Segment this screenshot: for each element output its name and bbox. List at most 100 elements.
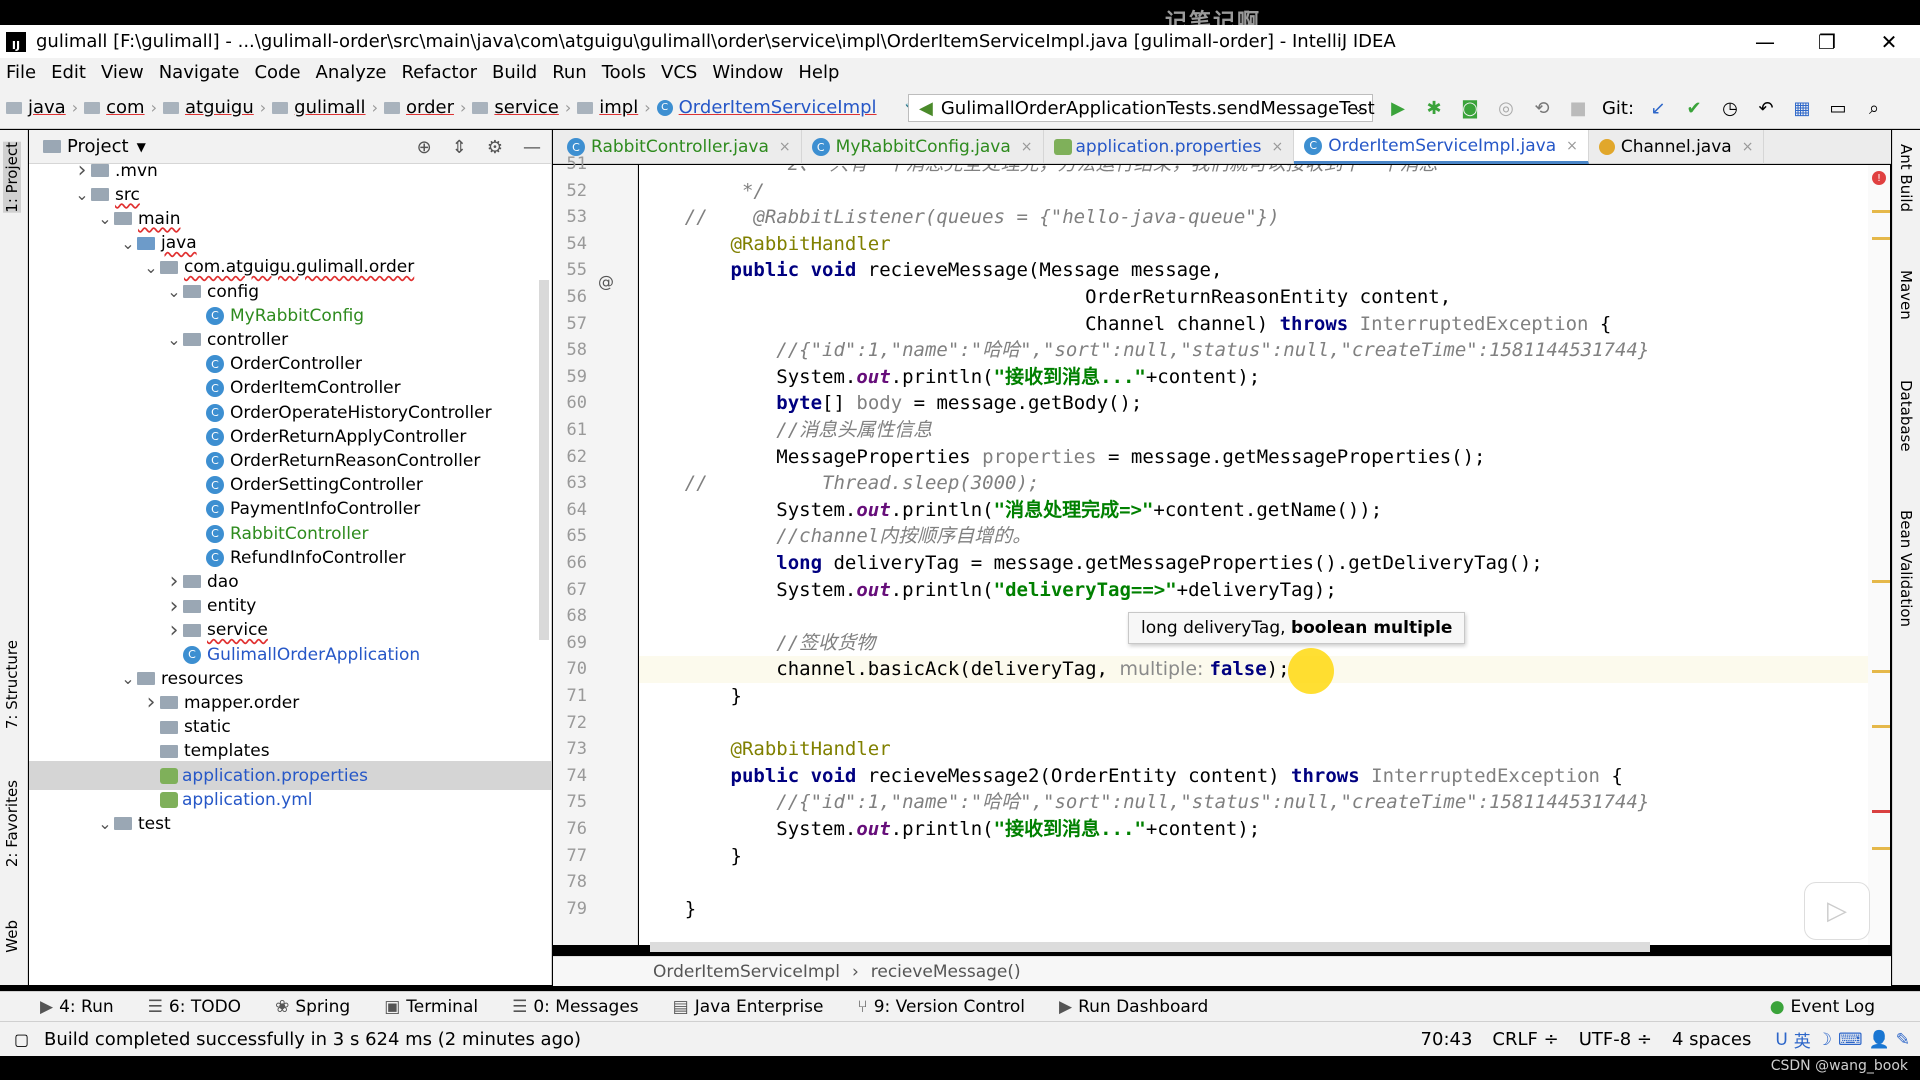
close-icon[interactable]: ×	[1021, 139, 1033, 155]
git-history-icon[interactable]: ◷	[1712, 94, 1748, 122]
profile-icon[interactable]: ◎	[1488, 94, 1524, 122]
close-button[interactable]: ✕	[1858, 25, 1920, 58]
warning-marker[interactable]	[1872, 670, 1890, 673]
tool-run-dashboard[interactable]: ▶ Run Dashboard	[1059, 997, 1208, 1017]
collapse-all-icon[interactable]: ⇕	[452, 137, 467, 158]
chevron-down-icon[interactable]: ⌄	[119, 234, 137, 253]
tab-myrabbitconfig-java[interactable]: C MyRabbitConfig.java ×	[802, 130, 1044, 164]
tab-application-properties[interactable]: application.properties ×	[1044, 130, 1295, 164]
indent-select[interactable]: 4 spaces	[1672, 1029, 1751, 1050]
ime-icon[interactable]: ☽	[1817, 1030, 1832, 1050]
bean-validation-tool-tab[interactable]: Bean Validation	[1897, 510, 1915, 627]
menu-window[interactable]: Window	[712, 62, 783, 83]
close-icon[interactable]: ×	[779, 139, 791, 155]
nav-crumb-atguigu[interactable]: atguigu ›	[162, 97, 266, 118]
chevron-down-icon[interactable]: ⌄	[96, 209, 114, 228]
structure-tool-tab[interactable]: 7: Structure	[3, 640, 21, 729]
ime-icon[interactable]: 👤	[1869, 1030, 1890, 1050]
menu-help[interactable]: Help	[798, 62, 839, 83]
tab-channel-java[interactable]: Channel.java ×	[1589, 130, 1765, 164]
tool-terminal[interactable]: ▣ Terminal	[384, 997, 478, 1017]
presentation-icon[interactable]: ▭	[1820, 94, 1856, 122]
menu-run[interactable]: Run	[552, 62, 587, 83]
git-commit-icon[interactable]: ✔	[1676, 94, 1712, 122]
database-tool-tab[interactable]: Database	[1897, 380, 1915, 452]
chevron-down-icon[interactable]: ⌄	[165, 282, 183, 301]
menu-tools[interactable]: Tools	[602, 62, 646, 83]
run-icon[interactable]: ▶	[1380, 94, 1416, 122]
video-play-icon[interactable]: ▷	[1804, 882, 1870, 940]
menu-file[interactable]: File	[6, 62, 36, 83]
maven-tool-tab[interactable]: Maven	[1897, 270, 1915, 320]
nav-crumb-java[interactable]: java ›	[6, 97, 78, 118]
nav-crumb-gulimall[interactable]: gulimall ›	[272, 97, 378, 118]
close-icon[interactable]: ×	[1742, 139, 1754, 155]
error-marker[interactable]	[1872, 810, 1890, 813]
code-editor[interactable]: * 2、 只有一个消息完全处理完，方法运行结束，我们就可以接收到下一个消息 */…	[639, 165, 1874, 945]
close-icon[interactable]: ×	[1271, 139, 1283, 155]
chevron-down-icon[interactable]: ▼	[137, 140, 146, 154]
nav-crumb-impl[interactable]: impl ›	[577, 97, 651, 118]
file-encoding-select[interactable]: UTF-8 ÷	[1579, 1029, 1652, 1050]
menu-refactor[interactable]: Refactor	[401, 62, 477, 83]
coverage-icon[interactable]: ◙	[1452, 94, 1488, 122]
menu-navigate[interactable]: Navigate	[159, 62, 240, 83]
tool-4-run[interactable]: ▶ 4: Run	[40, 997, 114, 1017]
nav-crumb-order[interactable]: order ›	[383, 97, 466, 118]
menu-build[interactable]: Build	[492, 62, 537, 83]
tree-item-test[interactable]: ⌄ test	[29, 809, 551, 838]
menu-vcs[interactable]: VCS	[661, 62, 697, 83]
debug-icon[interactable]: ✱	[1416, 94, 1452, 122]
event-log-button[interactable]: ● Event Log	[1770, 992, 1875, 1022]
override-marker-icon[interactable]: @	[598, 272, 614, 291]
menu-code[interactable]: Code	[254, 62, 300, 83]
warning-marker[interactable]	[1872, 580, 1890, 583]
chevron-down-icon[interactable]: ⌄	[73, 185, 91, 204]
tool-spring[interactable]: ❀ Spring	[275, 997, 350, 1017]
project-tool-tab[interactable]: 1: Project	[3, 142, 21, 213]
ime-icon[interactable]: 英	[1794, 1027, 1811, 1052]
breadcrumb-class[interactable]: OrderItemServiceImpl	[653, 962, 840, 982]
close-icon[interactable]: ×	[1566, 138, 1578, 154]
tool-9-version-control[interactable]: ⑂ 9: Version Control	[857, 997, 1025, 1017]
warning-marker[interactable]	[1872, 210, 1890, 213]
status-message[interactable]: Build completed successfully in 3 s 624 …	[44, 1029, 581, 1050]
git-revert-icon[interactable]: ↶	[1748, 94, 1784, 122]
caret-position[interactable]: 70:43	[1421, 1029, 1473, 1050]
git-update-icon[interactable]: ↙	[1640, 94, 1676, 122]
menu-view[interactable]: View	[101, 62, 144, 83]
run-configuration-select[interactable]: ◀ GulimallOrderApplicationTests.sendMess…	[908, 94, 1375, 122]
editor-horizontal-scrollbar[interactable]	[650, 942, 1650, 952]
tool-0-messages[interactable]: ☰ 0: Messages	[512, 997, 639, 1017]
tab-rabbitcontroller-java[interactable]: C RabbitController.java ×	[553, 130, 802, 164]
warning-marker[interactable]	[1872, 237, 1890, 240]
nav-crumb-service[interactable]: service ›	[472, 97, 571, 118]
error-indicator-icon[interactable]: !	[1872, 171, 1886, 185]
tool-6-todo[interactable]: ☰ 6: TODO	[148, 997, 241, 1017]
warning-marker[interactable]	[1872, 847, 1890, 850]
ime-icon[interactable]: ✎	[1896, 1030, 1910, 1050]
locate-icon[interactable]: ⊕	[417, 137, 432, 158]
web-tool-tab[interactable]: Web	[3, 920, 21, 953]
restore-button[interactable]: ❐	[1796, 25, 1858, 58]
gear-icon[interactable]: ⚙	[487, 137, 503, 158]
breadcrumb-method[interactable]: recieveMessage()	[871, 962, 1021, 982]
chevron-down-icon[interactable]: ⌄	[96, 814, 114, 833]
project-tree-scrollbar[interactable]	[539, 280, 549, 640]
hide-icon[interactable]: —	[523, 137, 541, 158]
nav-crumb-current-class[interactable]: C OrderItemServiceImpl	[656, 97, 877, 118]
line-separator-select[interactable]: CRLF ÷	[1492, 1029, 1558, 1050]
project-structure-icon[interactable]: ▦	[1784, 94, 1820, 122]
ime-icon[interactable]: ⌨	[1838, 1030, 1863, 1050]
chevron-down-icon[interactable]: ⌄	[119, 669, 137, 688]
warning-marker[interactable]	[1872, 725, 1890, 728]
build-icon[interactable]: ⟲	[1524, 94, 1560, 122]
search-icon[interactable]: ⌕	[1856, 94, 1892, 122]
favorites-tool-tab[interactable]: 2: Favorites	[3, 780, 21, 867]
stop-icon[interactable]: ■	[1560, 94, 1596, 122]
tool-java-enterprise[interactable]: ▤ Java Enterprise	[673, 997, 824, 1017]
tab-orderitemserviceimpl-java[interactable]: C OrderItemServiceImpl.java ×	[1294, 130, 1589, 164]
status-panel-icon[interactable]: ▢	[14, 1030, 29, 1049]
menu-edit[interactable]: Edit	[51, 62, 86, 83]
ime-icon[interactable]: U	[1775, 1030, 1787, 1050]
